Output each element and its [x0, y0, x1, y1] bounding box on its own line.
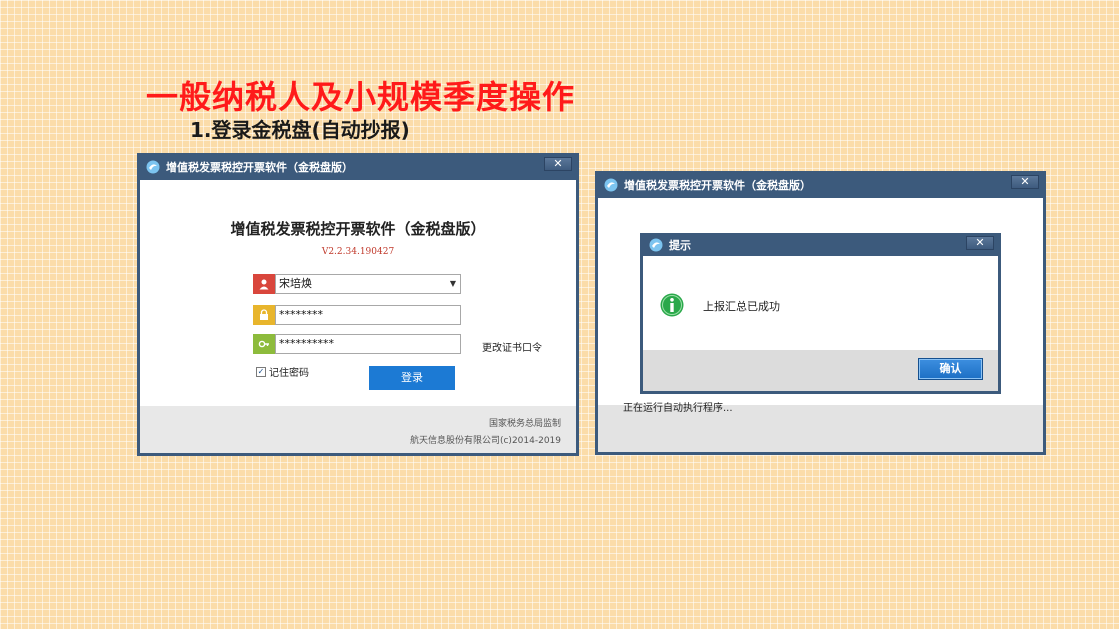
prompt-dialog: 提示 ✕ 上报汇总已成功 确认: [640, 233, 1001, 394]
lock-icon: [253, 305, 275, 325]
slide-title: 一般纳税人及小规模季度操作: [146, 78, 576, 116]
prompt-close-button[interactable]: ✕: [966, 236, 994, 250]
confirm-button[interactable]: 确认: [918, 358, 983, 380]
prompt-body: 上报汇总已成功 确认: [643, 256, 998, 391]
app-logo-icon: [604, 178, 618, 191]
version-label: V2.2.34.190427: [321, 247, 395, 257]
app-logo-icon: [146, 160, 160, 173]
login-button[interactable]: 登录: [369, 366, 455, 390]
running-close-button[interactable]: ✕: [1011, 175, 1039, 189]
key-icon: [253, 334, 275, 354]
change-pin-link[interactable]: 更改证书口令: [482, 339, 542, 354]
remember-label: 记住密码: [269, 368, 309, 379]
info-icon: [660, 293, 684, 317]
user-select[interactable]: 宋培焕 ▼: [275, 274, 461, 294]
prompt-titlebar[interactable]: 提示 ✕: [643, 233, 998, 256]
login-heading: 增值税发票税控开票软件（金税盘版）: [230, 220, 486, 238]
login-footer: 国家税务总局监制 航天信息股份有限公司(c)2014-2019: [140, 406, 576, 453]
login-window-body: 增值税发票税控开票软件（金税盘版） V2.2.34.190427 宋培焕 ▼ *…: [140, 180, 576, 453]
user-icon: [253, 274, 275, 294]
cert-password-input[interactable]: **********: [275, 334, 461, 354]
prompt-message-area: 上报汇总已成功: [643, 256, 998, 350]
user-row: 宋培焕 ▼: [253, 274, 461, 294]
remember-password[interactable]: ✓ 记住密码: [256, 364, 309, 379]
password-row: ********: [253, 305, 461, 325]
footer-copyright: 航天信息股份有限公司(c)2014-2019: [409, 436, 561, 446]
footer-supervisor: 国家税务总局监制: [488, 419, 561, 429]
chevron-down-icon: ▼: [449, 279, 456, 288]
app-logo-icon: [649, 238, 663, 251]
login-window-title: 增值税发票税控开票软件（金税盘版）: [166, 160, 353, 174]
cert-password-row: **********: [253, 334, 461, 354]
login-close-button[interactable]: ✕: [544, 157, 572, 171]
slide-subtitle: 1.登录金税盘(自动抄报): [190, 118, 410, 142]
running-window-titlebar[interactable]: 增值税发票税控开票软件（金税盘版） ✕: [598, 171, 1043, 198]
login-window-titlebar[interactable]: 增值税发票税控开票软件（金税盘版） ✕: [140, 153, 576, 180]
prompt-message: 上报汇总已成功: [703, 300, 780, 313]
user-select-value: 宋培焕: [279, 277, 312, 290]
prompt-title: 提示: [669, 238, 691, 252]
running-window-title: 增值税发票税控开票软件（金税盘版）: [624, 178, 811, 192]
remember-checkbox[interactable]: ✓: [256, 366, 266, 377]
running-status-text: 正在运行自动执行程序...: [623, 403, 733, 414]
prompt-footer: 确认: [643, 350, 998, 391]
login-window: 增值税发票税控开票软件（金税盘版） ✕ 增值税发票税控开票软件（金税盘版） V2…: [137, 153, 579, 456]
password-input[interactable]: ********: [275, 305, 461, 325]
